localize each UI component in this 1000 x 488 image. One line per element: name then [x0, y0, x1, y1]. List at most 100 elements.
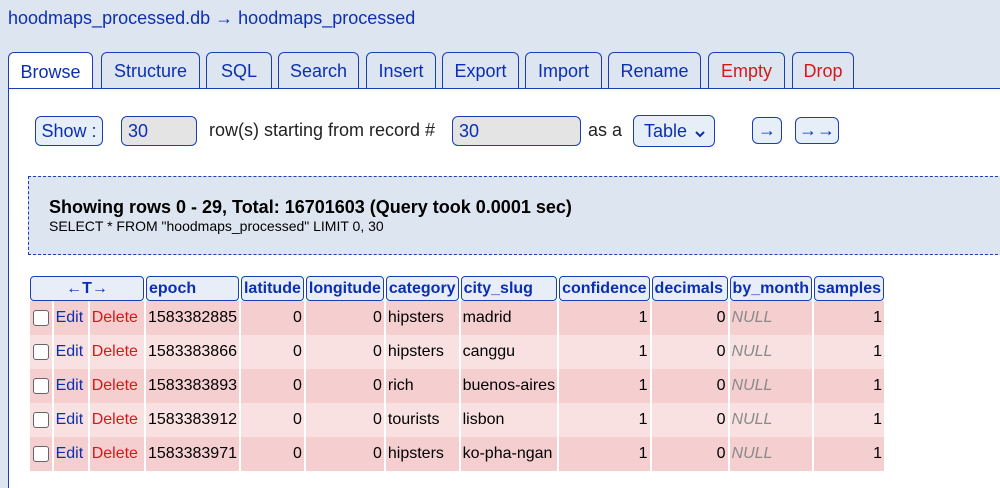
- row-count-input[interactable]: 30: [121, 116, 197, 146]
- tab-structure[interactable]: Structure: [101, 52, 200, 89]
- next-page-button[interactable]: →: [752, 117, 782, 144]
- cell-decimals: 0: [651, 403, 728, 437]
- cell-longitude: 0: [305, 335, 384, 369]
- edit-row-link[interactable]: Edit: [53, 369, 88, 403]
- start-record-input[interactable]: 30: [452, 116, 581, 146]
- delete-row-link[interactable]: Delete: [89, 437, 144, 471]
- column-header-confidence[interactable]: confidence: [559, 276, 650, 301]
- table-row: Edit Delete 1583383971 0 0 hipsters ko-pha-nga…: [30, 437, 885, 471]
- breadcrumb-table-link[interactable]: hoodmaps_processed: [238, 8, 415, 28]
- tab-empty[interactable]: Empty: [708, 52, 785, 89]
- cell-longitude: 0: [305, 301, 384, 335]
- last-page-button[interactable]: →→: [795, 117, 839, 144]
- tab-search[interactable]: Search: [278, 52, 359, 89]
- table-header-row: ←T→ epoch latitude longitude category ci…: [30, 276, 885, 301]
- cell-samples: 1: [814, 301, 885, 335]
- cell-epoch: 1583383971: [146, 437, 239, 471]
- tab-insert[interactable]: Insert: [366, 52, 436, 89]
- query-info-box: Showing rows 0 - 29, Total: 16701603 (Qu…: [28, 176, 1000, 255]
- edit-row-link[interactable]: Edit: [53, 437, 88, 471]
- table-row: Edit Delete 1583383912 0 0 tourists lisbon 1 0 NU…: [30, 403, 885, 437]
- cell-city-slug: buenos-aires: [460, 369, 558, 403]
- row-checkbox[interactable]: [32, 343, 49, 360]
- column-header-longitude[interactable]: longitude: [305, 276, 384, 301]
- results-table: ←T→ epoch latitude longitude category ci…: [28, 276, 886, 471]
- cell-decimals: 0: [651, 437, 728, 471]
- cell-latitude: 0: [240, 403, 304, 437]
- table-row: Edit Delete 1583383893 0 0 rich buenos-aires 1 0…: [30, 369, 885, 403]
- cell-confidence: 1: [559, 335, 650, 369]
- row-checkbox-cell: [30, 403, 52, 437]
- cell-by-month: NULL: [729, 369, 812, 403]
- cell-samples: 1: [814, 437, 885, 471]
- cell-by-month: NULL: [729, 335, 812, 369]
- row-checkbox[interactable]: [32, 309, 49, 326]
- delete-row-link[interactable]: Delete: [89, 403, 144, 437]
- cell-by-month: NULL: [729, 437, 812, 471]
- tab-sql[interactable]: SQL: [206, 52, 272, 89]
- row-checkbox[interactable]: [32, 411, 49, 428]
- tab-export[interactable]: Export: [442, 52, 519, 89]
- column-header-epoch[interactable]: epoch: [146, 276, 239, 301]
- view-mode-value: Table: [644, 120, 688, 141]
- cell-city-slug: canggu: [460, 335, 558, 369]
- row-checkbox[interactable]: [32, 377, 49, 394]
- cell-longitude: 0: [305, 369, 384, 403]
- breadcrumb-arrow: →: [215, 8, 234, 28]
- cell-confidence: 1: [559, 403, 650, 437]
- tab-drop[interactable]: Drop: [792, 52, 854, 89]
- cell-decimals: 0: [651, 335, 728, 369]
- cell-samples: 1: [814, 369, 885, 403]
- view-mode-select[interactable]: Table: [633, 115, 715, 147]
- row-checkbox-cell: [30, 369, 52, 403]
- cell-latitude: 0: [240, 335, 304, 369]
- column-header-latitude[interactable]: latitude: [240, 276, 304, 301]
- tab-browse[interactable]: Browse: [8, 52, 93, 91]
- cell-category: hipsters: [385, 301, 459, 335]
- rows-summary: Showing rows 0 - 29, Total: 16701603 (Qu…: [49, 197, 572, 217]
- show-button[interactable]: Show :: [35, 116, 103, 146]
- row-checkbox[interactable]: [32, 445, 49, 462]
- cell-epoch: 1583383893: [146, 369, 239, 403]
- cell-latitude: 0: [240, 301, 304, 335]
- cell-samples: 1: [814, 403, 885, 437]
- table-row: Edit Delete 1583382885 0 0 hipsters madrid 1 0 NU…: [30, 301, 885, 335]
- edit-row-link[interactable]: Edit: [53, 301, 88, 335]
- edit-row-link[interactable]: Edit: [53, 403, 88, 437]
- cell-longitude: 0: [305, 403, 384, 437]
- column-header-decimals[interactable]: decimals: [651, 276, 728, 301]
- column-header-city-slug[interactable]: city_slug: [460, 276, 558, 301]
- cell-category: tourists: [385, 403, 459, 437]
- delete-row-link[interactable]: Delete: [89, 301, 144, 335]
- cell-samples: 1: [814, 335, 885, 369]
- cell-epoch: 1583383866: [146, 335, 239, 369]
- cell-longitude: 0: [305, 437, 384, 471]
- column-header-by-month[interactable]: by_month: [729, 276, 812, 301]
- column-header-category[interactable]: category: [385, 276, 459, 301]
- as-a-label: as a: [588, 120, 623, 140]
- cell-city-slug: madrid: [460, 301, 558, 335]
- cell-city-slug: lisbon: [460, 403, 558, 437]
- cell-latitude: 0: [240, 369, 304, 403]
- edit-row-link[interactable]: Edit: [53, 335, 88, 369]
- breadcrumb: hoodmaps_processed.db → hoodmaps_process…: [8, 8, 415, 29]
- table-row: Edit Delete 1583383866 0 0 hipsters canggu 1 0 NU…: [30, 335, 885, 369]
- breadcrumb-db-link[interactable]: hoodmaps_processed.db: [8, 8, 210, 28]
- row-checkbox-cell: [30, 301, 52, 335]
- column-toggle-header[interactable]: ←T→: [30, 276, 144, 301]
- cell-decimals: 0: [651, 301, 728, 335]
- cell-confidence: 1: [559, 369, 650, 403]
- rows-starting-label: row(s) starting from record #: [209, 120, 436, 140]
- row-checkbox-cell: [30, 437, 52, 471]
- delete-row-link[interactable]: Delete: [89, 335, 144, 369]
- cell-confidence: 1: [559, 437, 650, 471]
- cell-latitude: 0: [240, 437, 304, 471]
- column-header-samples[interactable]: samples: [814, 276, 885, 301]
- cell-by-month: NULL: [729, 403, 812, 437]
- delete-row-link[interactable]: Delete: [89, 369, 144, 403]
- chevron-down-icon: [694, 124, 706, 145]
- cell-epoch: 1583383912: [146, 403, 239, 437]
- cell-city-slug: ko-pha-ngan: [460, 437, 558, 471]
- tab-rename[interactable]: Rename: [608, 52, 701, 89]
- tab-import[interactable]: Import: [525, 52, 602, 89]
